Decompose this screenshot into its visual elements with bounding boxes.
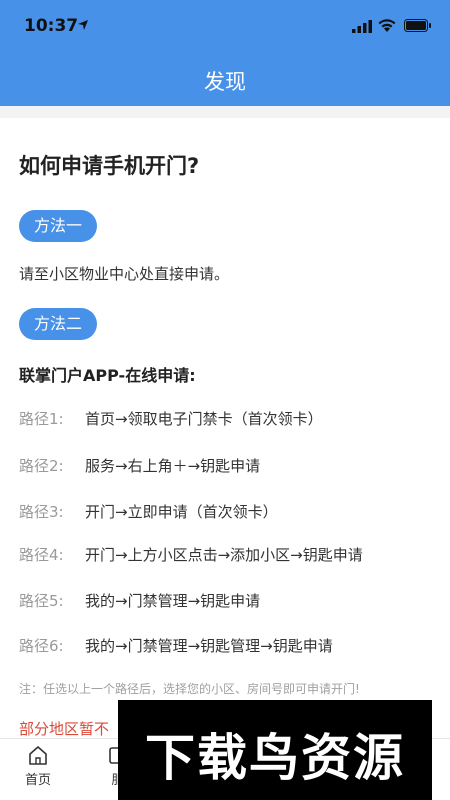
nav-title: 发现 (204, 70, 246, 94)
nav-bar: 发现 (0, 56, 450, 106)
app-apply-heading: 联掌门户APP-在线申请: (19, 366, 196, 385)
route-row: 路径4: 开门→上方小区点击→添加小区→钥匙申请 (19, 544, 363, 565)
route-label: 路径4: (19, 546, 64, 564)
battery-icon (404, 19, 431, 32)
status-time: 10:37 (24, 16, 79, 36)
route-row: 路径3: 开门→立即申请（首次领卡） (19, 501, 278, 522)
watermark-overlay: 下载鸟资源 (118, 700, 432, 800)
route-label: 路径2: (19, 457, 64, 475)
route-value: 开门→上方小区点击→添加小区→钥匙申请 (85, 546, 363, 564)
wifi-icon (378, 19, 396, 32)
route-row: 路径5: 我的→门禁管理→钥匙申请 (19, 590, 260, 611)
route-label: 路径1: (19, 410, 64, 428)
route-value: 我的→门禁管理→钥匙管理→钥匙申请 (85, 637, 333, 655)
warning-text: 部分地区暂不 (19, 720, 110, 738)
route-label: 路径3: (19, 503, 64, 521)
route-row: 路径6: 我的→门禁管理→钥匙管理→钥匙申请 (19, 635, 333, 656)
note-text: 注：任选以上一个路径后，选择您的小区、房间号即可申请开门! (19, 682, 360, 696)
route-row: 路径1: 首页→领取电子门禁卡（首次领卡） (19, 408, 323, 429)
page-title: 如何申请手机开门? (19, 154, 200, 178)
status-bar: 10:37 (0, 0, 450, 56)
tab-home-label: 首页 (24, 773, 51, 788)
location-arrow-icon (78, 20, 88, 30)
watermark-text: 下载鸟资源 (145, 729, 405, 787)
route-label: 路径5: (19, 592, 64, 610)
route-value: 开门→立即申请（首次领卡） (85, 503, 278, 521)
route-label: 路径6: (19, 637, 64, 655)
signal-icon (352, 20, 372, 33)
route-value: 首页→领取电子门禁卡（首次领卡） (85, 410, 323, 428)
route-value: 我的→门禁管理→钥匙申请 (85, 592, 261, 610)
content-card: 如何申请手机开门? 方法一 请至小区物业中心处直接申请。 方法二 联掌门户APP… (0, 118, 450, 738)
method-one-text: 请至小区物业中心处直接申请。 (19, 265, 230, 283)
home-icon (29, 746, 47, 765)
tab-home[interactable]: 首页 (8, 743, 68, 788)
route-row: 路径2: 服务→右上角＋→钥匙申请 (19, 455, 260, 476)
method-two-badge: 方法二 (19, 308, 97, 340)
method-one-badge: 方法一 (19, 210, 97, 242)
route-value: 服务→右上角＋→钥匙申请 (85, 457, 261, 475)
